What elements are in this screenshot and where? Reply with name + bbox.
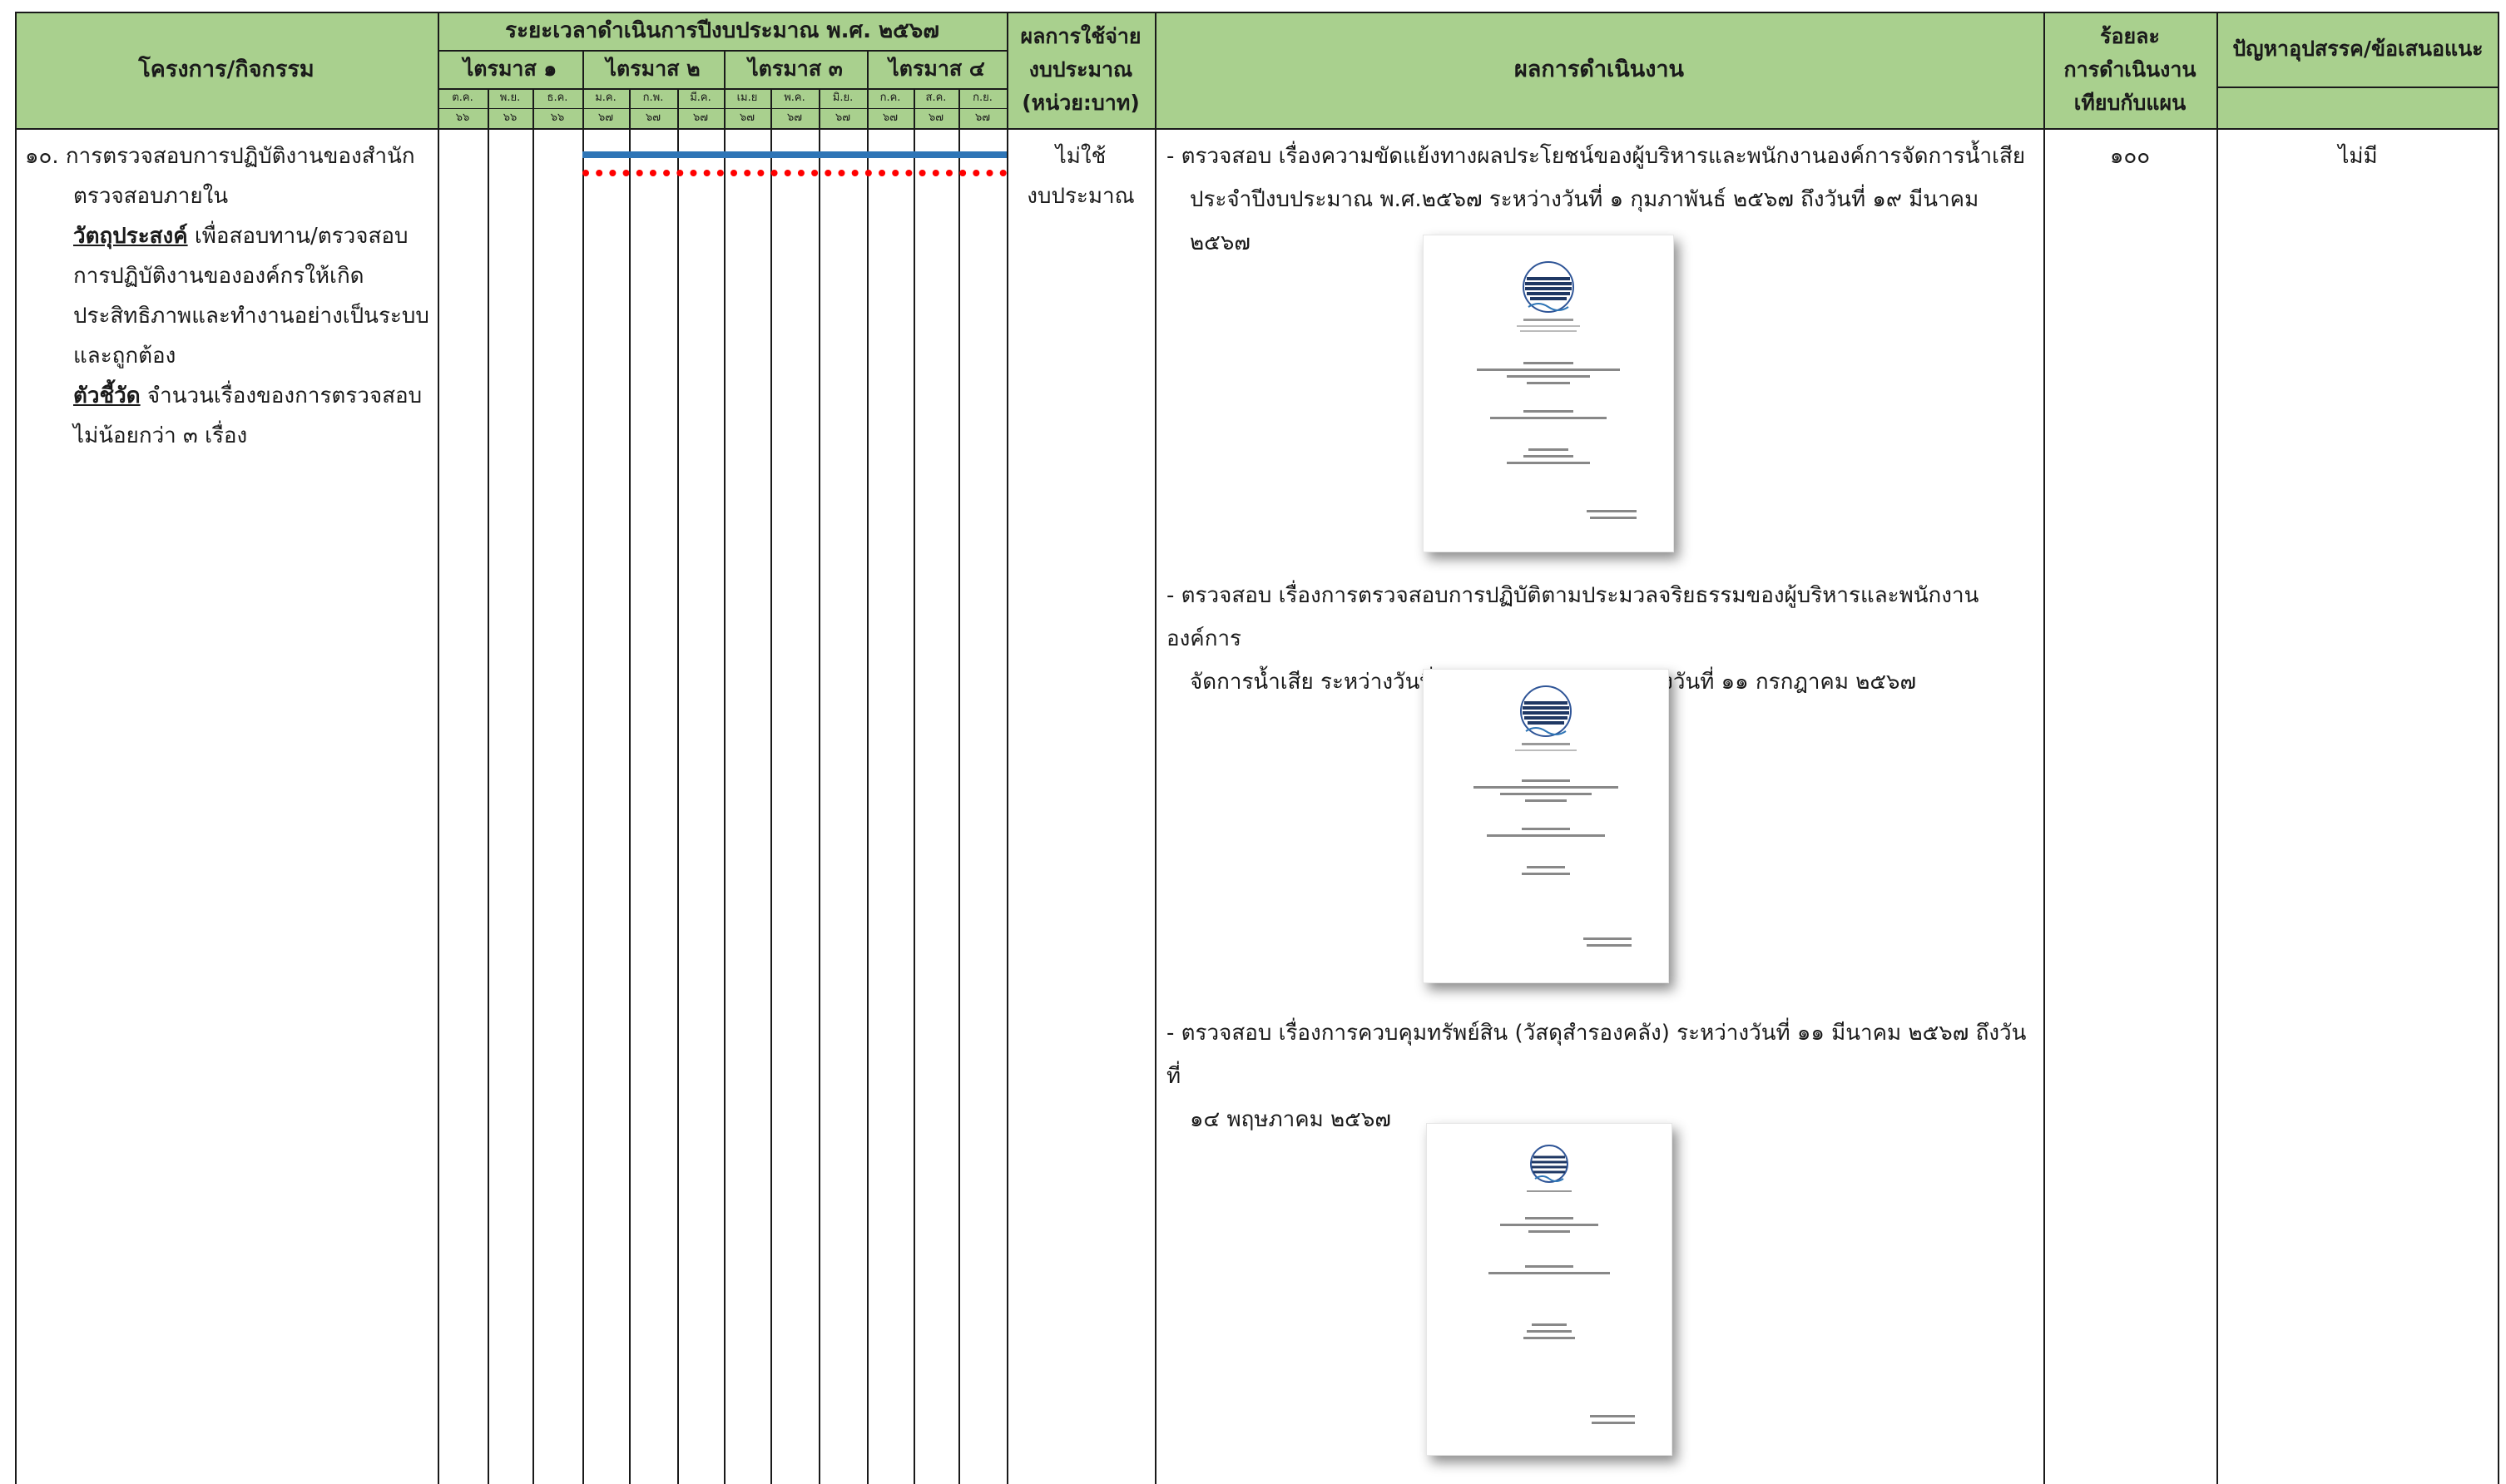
header-problems: ปัญหาอุปสรรค/ข้อเสนอแนะ: [2216, 12, 2499, 87]
timeline-plan-bar: [582, 151, 1007, 158]
grid-line: [629, 88, 631, 1484]
result-item-3: - ตรวจสอบ เรื่องการควบคุมทรัพย์สิน (วัสด…: [1166, 1012, 2040, 1141]
report-logo-icon: [1488, 1145, 1635, 1424]
objective-label: วัตถุประสงค์: [73, 224, 188, 249]
grid-line: [819, 88, 820, 1484]
month-label: ก.พ.: [642, 92, 664, 104]
month-label: ม.ค.: [595, 92, 617, 104]
problems-value: ไม่มี: [2338, 144, 2378, 169]
grid-line: [2216, 87, 2499, 88]
grid-line: [914, 88, 915, 1484]
result-item-3-line1: - ตรวจสอบ เรื่องการควบคุมทรัพย์สิน (วัสด…: [1166, 1021, 2027, 1089]
header-quarter-3: ไตรมาส ๓: [748, 57, 843, 82]
header-results: ผลการดำเนินงาน: [1155, 12, 2043, 128]
month-label: ต.ค.: [452, 92, 473, 104]
header-timeline-title-label: ระยะเวลาดำเนินการปีงบประมาณ พ.ศ. ๒๕๖๗: [505, 17, 939, 43]
header-project-label: โครงการ/กิจกรรม: [138, 57, 314, 83]
grid-line: [15, 12, 17, 1484]
header-budget-line3: (หน่วย:บาท): [1022, 91, 1140, 115]
header-percent-line3: เทียบกับแผน: [2073, 91, 2187, 115]
grid-line: [677, 88, 679, 1484]
month-label: มิ.ย.: [832, 92, 854, 104]
header-budget: ผลการใช้จ่าย งบประมาณ (หน่วย:บาท): [1007, 12, 1155, 128]
month-year-label: ๖๖: [503, 111, 518, 124]
header-quarter-1: ไตรมาส ๑: [463, 57, 557, 82]
month-year-label: ๖๖: [455, 111, 470, 124]
month-year-label: ๖๗: [645, 111, 661, 124]
grid-line: [488, 88, 489, 1484]
month-year-label: ๖๗: [739, 111, 755, 124]
activity-cell: ๑๐. การตรวจสอบการปฏิบัติงานของสำนัก ตรวจ…: [25, 136, 433, 456]
header-percent: ร้อยละ การดำเนินงาน เทียบกับแผน: [2043, 12, 2216, 128]
month-year-label: ๖๗: [786, 111, 803, 124]
grid-line: [438, 108, 1007, 109]
month-label: พ.ย.: [499, 92, 521, 104]
header-budget-line1: ผลการใช้จ่าย: [1020, 24, 1142, 48]
header-percent-line2: การดำเนินงาน: [2063, 57, 2196, 82]
indicator-line1: ตัวชี้วัด จำนวนเรื่องของการตรวจสอบ: [73, 383, 423, 408]
month-year-label: ๖๗: [692, 111, 709, 124]
indicator-label: ตัวชี้วัด: [73, 383, 141, 408]
header-timeline-title: ระยะเวลาดำเนินการปีงบประมาณ พ.ศ. ๒๕๖๗: [438, 12, 1007, 50]
month-label: ก.ค.: [879, 92, 901, 104]
report-logo-icon: [1473, 685, 1632, 947]
month-year-label: ๖๗: [882, 111, 899, 124]
month-year-label: ๖๗: [835, 111, 851, 124]
header-percent-line1: ร้อยละ: [2100, 24, 2160, 48]
grid-line: [2043, 12, 2045, 1484]
grid-line: [15, 128, 2499, 130]
grid-line: [2216, 12, 2218, 1484]
result-item-1-line1: - ตรวจสอบ เรื่องความขัดแย้งทางผลประโยชน์…: [1166, 144, 2026, 169]
header-results-label: ผลการดำเนินงาน: [1513, 57, 1685, 83]
grid-line: [770, 88, 772, 1484]
month-year-label: ๖๗: [597, 111, 614, 124]
header-project: โครงการ/กิจกรรม: [15, 12, 438, 128]
grid-line: [582, 50, 584, 1484]
header-problems-label: ปัญหาอุปสรรค/ข้อเสนอแนะ: [2232, 37, 2484, 62]
objective-line3: ประสิทธิภาพและทำงานอย่างเป็นระบบ: [73, 304, 429, 329]
indicator-line2: ไม่น้อยกว่า ๓ เรื่อง: [73, 423, 248, 448]
grid-line: [1007, 12, 1008, 1484]
report-thumbnail-1: [1423, 235, 1674, 552]
header-quarter-4: ไตรมาส ๔: [889, 57, 985, 82]
objective-line1: วัตถุประสงค์ เพื่อสอบทาน/ตรวจสอบ: [73, 224, 409, 249]
report-thumbnail-2: [1423, 669, 1669, 983]
activity-title-line2: ตรวจสอบภายใน: [73, 184, 229, 209]
grid-line: [958, 88, 960, 1484]
grid-line: [1155, 12, 1156, 1484]
month-label: เม.ย: [736, 92, 758, 104]
activity-title-line1: ๑๐. การตรวจสอบการปฏิบัติงานของสำนัก: [25, 144, 415, 169]
month-label: มี.ค.: [690, 92, 711, 104]
result-item-2-line1: - ตรวจสอบ เรื่องการตรวจสอบการปฏิบัติตามป…: [1166, 583, 1979, 651]
month-label: ส.ค.: [925, 92, 947, 104]
month-year-label: ๖๗: [974, 111, 991, 124]
report-logo-icon: [1477, 261, 1637, 519]
grid-line: [867, 50, 869, 1484]
grid-line: [438, 12, 439, 1484]
grid-line: [2498, 12, 2499, 1484]
report-thumbnail-3: [1426, 1123, 1672, 1456]
header-budget-line2: งบประมาณ: [1028, 57, 1133, 82]
objective-line2: การปฏิบัติงานขององค์กรให้เกิด: [73, 264, 364, 289]
percent-cell: ๑๐๐: [2043, 136, 2216, 176]
percent-value: ๑๐๐: [2109, 144, 2151, 169]
objective-line4: และถูกต้อง: [73, 344, 176, 369]
grid-line: [532, 88, 534, 1484]
budget-cell: ไม่ใช้ งบประมาณ: [1007, 136, 1155, 216]
budget-line1: ไม่ใช้: [1055, 144, 1107, 169]
month-year-label: ๖๖: [550, 111, 565, 124]
budget-line2: งบประมาณ: [1027, 184, 1135, 209]
grid-line: [724, 50, 726, 1484]
month-year-label: ๖๗: [928, 111, 944, 124]
month-label: ก.ย.: [973, 92, 993, 104]
month-label: ธ.ค.: [547, 92, 568, 104]
timeline-actual-bar: [582, 170, 1007, 176]
header-quarter-2: ไตรมาส ๒: [606, 57, 701, 82]
problems-cell: ไม่มี: [2216, 136, 2499, 176]
month-label: พ.ค.: [784, 92, 805, 104]
